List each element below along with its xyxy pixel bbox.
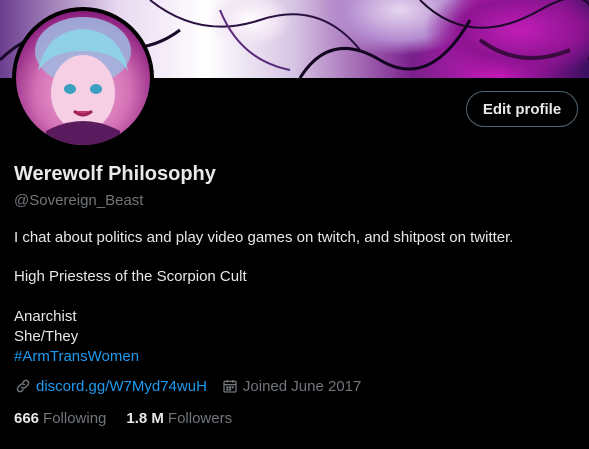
following-label: Following xyxy=(43,410,107,427)
website-link[interactable]: discord.gg/W7Myd74wuH xyxy=(36,378,207,395)
bio-line: High Priestess of the Scorpion Cult xyxy=(14,268,247,285)
avatar-image xyxy=(16,11,150,145)
bio-line: Anarchist xyxy=(14,308,77,325)
bio-line: She/They xyxy=(14,328,79,345)
follow-counts: 666 Following 1.8 M Followers xyxy=(14,410,252,427)
calendar-icon xyxy=(221,377,239,395)
followers-label: Followers xyxy=(167,410,233,427)
user-handle: @Sovereign_Beast xyxy=(14,192,144,209)
profile-meta: discord.gg/W7Myd74wuH Joined June 2017 xyxy=(14,377,361,395)
following-link[interactable]: 666 Following xyxy=(14,410,126,427)
link-icon xyxy=(14,377,32,395)
following-count: 666 xyxy=(14,410,40,427)
bio-line: I chat about politics and play video gam… xyxy=(14,229,514,246)
joined-date: Joined June 2017 xyxy=(242,377,362,395)
hashtag-link[interactable]: #ArmTransWomen xyxy=(14,348,139,365)
avatar[interactable] xyxy=(12,7,154,149)
display-name: Werewolf Philosophy xyxy=(14,163,216,185)
followers-link[interactable]: 1.8 M Followers xyxy=(126,410,252,427)
followers-count: 1.8 M xyxy=(126,410,164,427)
edit-profile-button[interactable]: Edit profile xyxy=(466,91,578,127)
